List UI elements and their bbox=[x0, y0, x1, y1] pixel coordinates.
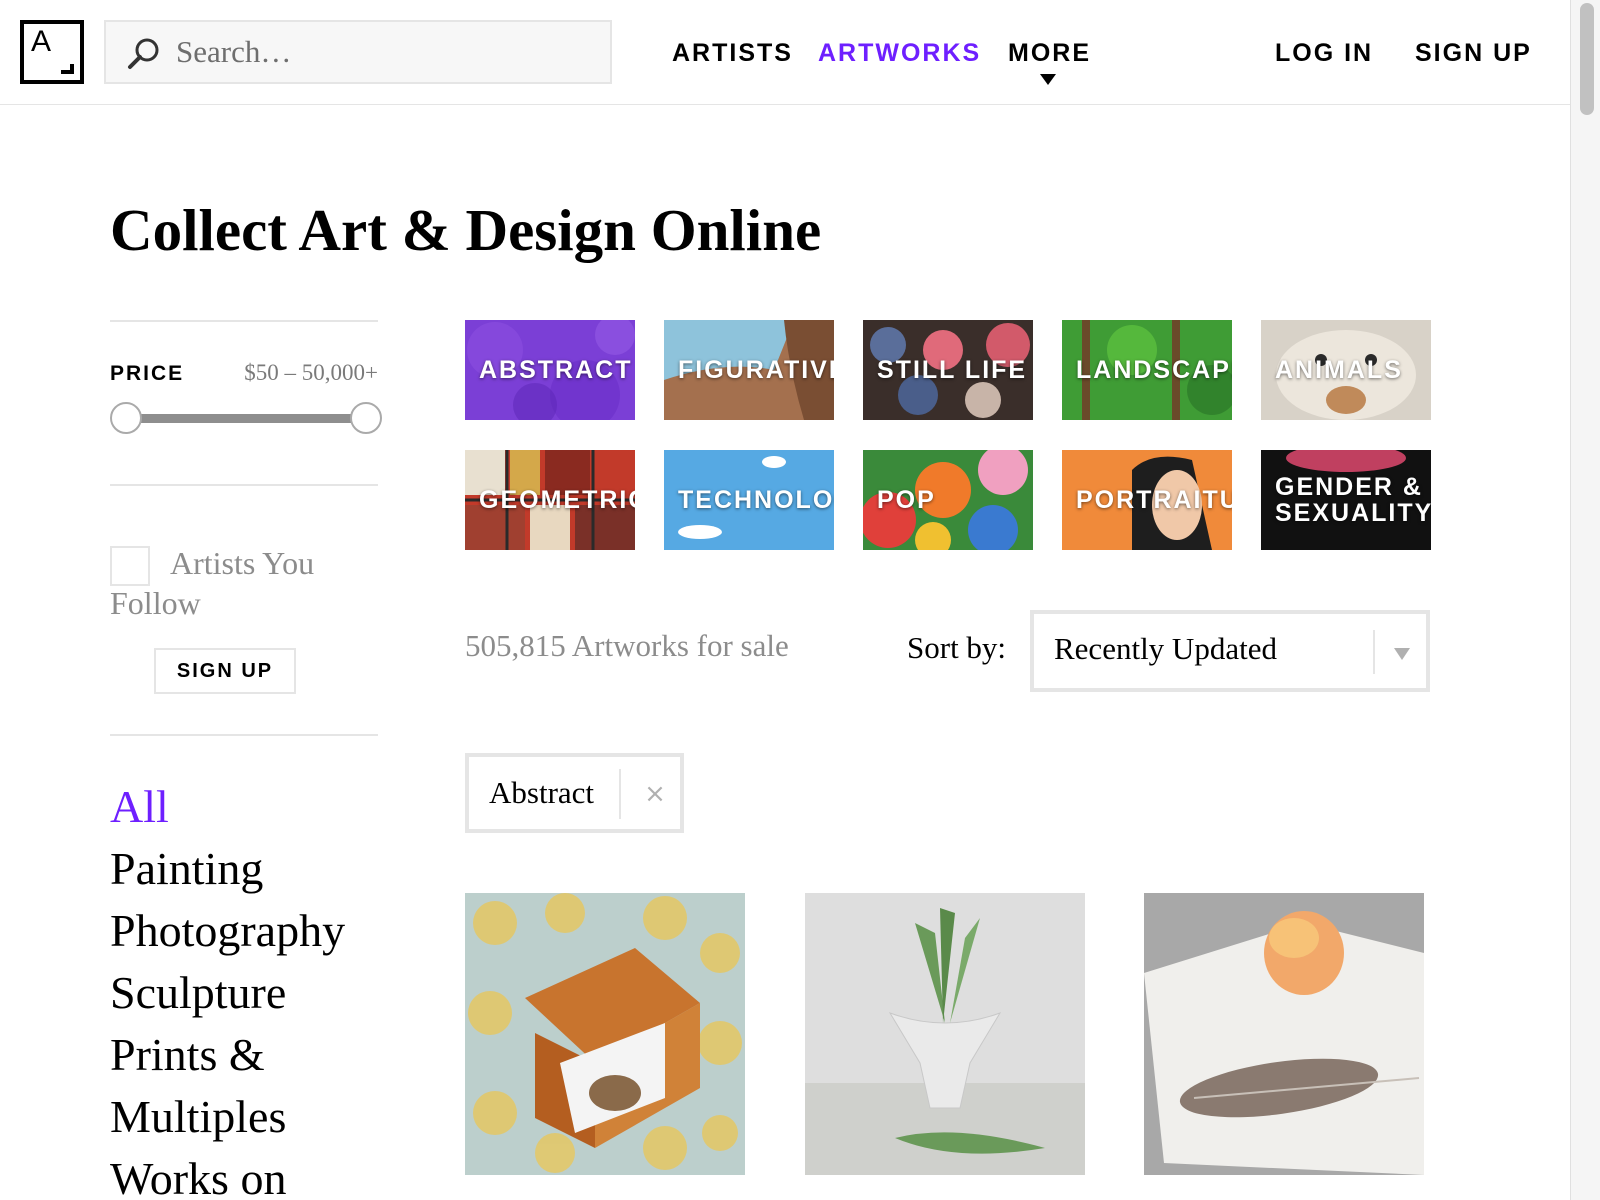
genre-tile-technology[interactable]: TECHNOLOGY bbox=[664, 450, 834, 550]
active-filter-label: Abstract bbox=[489, 775, 595, 810]
category-works-on-paper[interactable]: Works on bbox=[110, 1148, 380, 1200]
genre-tile-landscape[interactable]: LANDSCAPE bbox=[1062, 320, 1232, 420]
artwork-count: 505,815 Artworks for sale bbox=[465, 628, 789, 663]
artwork-image-lily-vase bbox=[805, 893, 1085, 1175]
artwork-card[interactable] bbox=[1144, 893, 1424, 1175]
genre-tile-still-life[interactable]: STILL LIFE bbox=[863, 320, 1033, 420]
search-icon bbox=[128, 38, 159, 69]
category-prints-multiples[interactable]: Prints & bbox=[110, 1024, 380, 1086]
genre-tile-figurative[interactable]: FIGURATIVE bbox=[664, 320, 834, 420]
genre-label: LANDSCAPE bbox=[1076, 355, 1232, 384]
scrollbar-thumb[interactable] bbox=[1580, 3, 1594, 115]
artists-you-follow-label: Artists You Follow bbox=[110, 545, 315, 621]
price-label: PRICE bbox=[110, 362, 185, 385]
page-title: Collect Art & Design Online bbox=[110, 197, 822, 263]
genre-label: ANIMALS bbox=[1275, 355, 1403, 384]
medium-category-list: All Painting Photography Sculpture Print… bbox=[110, 776, 380, 1200]
sidebar-divider bbox=[110, 320, 378, 322]
price-range-value: $50 – 50,000+ bbox=[244, 360, 378, 385]
sort-dropdown[interactable]: Recently Updated bbox=[1030, 610, 1430, 692]
remove-filter-close-icon[interactable]: × bbox=[632, 769, 678, 819]
pill-divider bbox=[619, 769, 621, 819]
sidebar-divider bbox=[110, 484, 378, 486]
category-photography[interactable]: Photography bbox=[110, 900, 380, 962]
genre-label: TECHNOLOGY bbox=[678, 485, 834, 514]
nav-artists[interactable]: ARTISTS bbox=[672, 33, 793, 73]
genre-tile-geometric[interactable]: GEOMETRIC bbox=[465, 450, 635, 550]
caret-down-icon bbox=[1040, 74, 1056, 85]
genre-tile-pop[interactable]: POP bbox=[863, 450, 1033, 550]
page-scrollbar[interactable] bbox=[1570, 0, 1600, 1200]
nav-artworks[interactable]: ARTWORKS bbox=[818, 33, 981, 73]
price-slider-max-handle[interactable] bbox=[350, 402, 382, 434]
genre-label: FIGURATIVE bbox=[678, 355, 834, 384]
price-slider-track[interactable] bbox=[128, 414, 364, 423]
nav-more[interactable]: MORE bbox=[1008, 33, 1091, 73]
price-slider-min-handle[interactable] bbox=[110, 402, 142, 434]
artwork-image-box-with-bird bbox=[465, 893, 745, 1175]
genre-tile-portraiture[interactable]: PORTRAITURE bbox=[1062, 450, 1232, 550]
genre-label: STILL LIFE bbox=[877, 355, 1028, 384]
sort-label: Sort by: bbox=[907, 630, 1007, 665]
logo-letter: A bbox=[31, 25, 52, 58]
genre-label: POP bbox=[877, 485, 936, 514]
active-filter-pill: Abstract × bbox=[465, 753, 684, 833]
search-input[interactable] bbox=[176, 30, 596, 74]
category-sculpture[interactable]: Sculpture bbox=[110, 962, 380, 1024]
category-prints-multiples[interactable]: Multiples bbox=[110, 1086, 380, 1148]
search-box[interactable] bbox=[104, 20, 612, 84]
artwork-image-mango-feather bbox=[1144, 893, 1424, 1175]
signup-link[interactable]: SIGN UP bbox=[1415, 33, 1532, 73]
artwork-card[interactable] bbox=[465, 893, 745, 1175]
sidebar-divider bbox=[110, 734, 378, 736]
genre-tile-animals[interactable]: ANIMALS bbox=[1261, 320, 1431, 420]
top-navigation-bar: A ARTISTS ARTWORKS MORE LOG IN SIGN UP bbox=[0, 0, 1570, 105]
sort-divider bbox=[1373, 630, 1375, 674]
genre-tile-gender-sexuality[interactable]: GENDER & SEXUALITY bbox=[1261, 450, 1431, 550]
dropdown-arrow-icon bbox=[1394, 648, 1410, 660]
category-painting[interactable]: Painting bbox=[110, 838, 380, 900]
sidebar-signup-button[interactable]: SIGN UP bbox=[154, 648, 296, 694]
sort-selected-value: Recently Updated bbox=[1054, 631, 1277, 666]
genre-label: PORTRAITURE bbox=[1076, 485, 1232, 514]
genre-label: GENDER & SEXUALITY bbox=[1275, 473, 1431, 527]
artwork-card[interactable] bbox=[805, 893, 1085, 1175]
category-all[interactable]: All bbox=[110, 776, 380, 838]
login-link[interactable]: LOG IN bbox=[1275, 33, 1373, 73]
genre-tile-abstract[interactable]: ABSTRACT bbox=[465, 320, 635, 420]
genre-label: GEOMETRIC bbox=[479, 485, 635, 514]
genre-label: ABSTRACT bbox=[479, 355, 633, 384]
logo-mark bbox=[61, 64, 74, 74]
artsy-logo[interactable]: A bbox=[20, 20, 84, 84]
